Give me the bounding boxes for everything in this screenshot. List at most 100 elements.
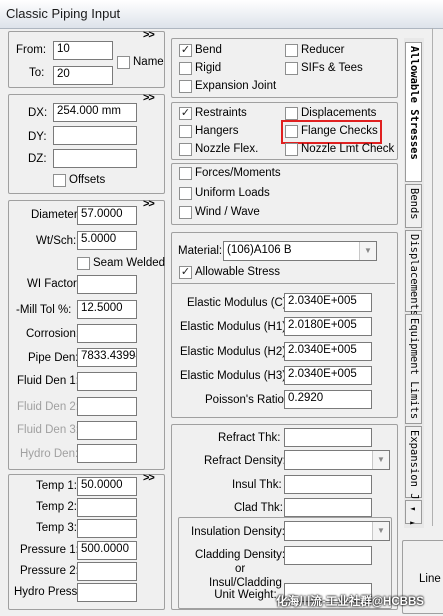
material-select-value: (106)A106 B — [227, 244, 292, 256]
or-label: or — [235, 563, 246, 575]
elastic-h1-label: Elastic Modulus (H1): — [180, 321, 290, 333]
cladding-density-label: Cladding Density: — [195, 549, 286, 561]
temp2-label: Temp 2: — [36, 501, 77, 513]
dx-input[interactable]: 254.000 mm — [53, 103, 137, 122]
temp2-input[interactable] — [77, 498, 137, 517]
restraints-label: Restraints — [195, 107, 247, 119]
bend-label: Bend — [195, 44, 222, 56]
seam-welded-label: Seam Welded — [93, 257, 166, 269]
fluid-den2-input[interactable] — [77, 397, 137, 416]
restraints-checkbox[interactable]: ✓ — [179, 107, 192, 120]
temp3-input[interactable] — [77, 519, 137, 538]
to-label: To: — [29, 67, 45, 79]
tab-allowable-stresses[interactable]: Allowable Stresses — [405, 42, 422, 182]
tab-scroll-arrows[interactable]: ◄ ► — [405, 500, 422, 527]
fluid-den1-label: Fluid Den 1: — [17, 375, 80, 387]
diameter-label: Diameter: — [31, 209, 81, 221]
dz-input[interactable] — [53, 149, 137, 168]
window-title: Classic Piping Input — [6, 6, 121, 21]
cladding-density-input[interactable] — [284, 546, 372, 565]
insul-thk-input[interactable] — [284, 475, 372, 494]
corrosion-input[interactable] — [77, 324, 137, 343]
collapse-pipe-icon[interactable]: >> — [143, 198, 155, 210]
elastic-h3-label: Elastic Modulus (H3): — [180, 370, 290, 382]
material-label: Material: — [178, 245, 223, 257]
wind-wave-checkbox[interactable] — [179, 206, 192, 219]
collapse-from-to-icon[interactable]: >> — [143, 29, 155, 41]
refract-thk-label: Refract Thk: — [218, 432, 281, 444]
fluid-den3-input[interactable] — [77, 421, 137, 440]
temp1-input[interactable]: 50.0000 — [77, 477, 137, 496]
to-input[interactable]: 20 — [53, 66, 113, 85]
clad-thk-input[interactable] — [284, 498, 372, 517]
dx-label: DX: — [28, 107, 48, 119]
expansion-joint-checkbox[interactable] — [179, 80, 192, 93]
bend-checkbox[interactable]: ✓ — [179, 44, 192, 57]
nozzle-flex-checkbox[interactable] — [179, 143, 192, 156]
seam-welded-checkbox[interactable] — [77, 257, 90, 270]
refract-density-select[interactable]: ▼ — [284, 450, 390, 470]
elastic-h1-input[interactable]: 2.0180E+005 — [284, 317, 372, 336]
material-dropdown-icon[interactable]: ▼ — [359, 242, 376, 260]
tab-equipment-limits-label: Equipment Limits — [408, 318, 420, 420]
wi-factor-label: WI Factor: — [27, 278, 81, 290]
wtsch-input[interactable]: 5.0000 — [77, 231, 137, 250]
name-checkbox[interactable] — [117, 56, 130, 69]
dz-label: DZ: — [28, 153, 47, 165]
clad-thk-label: Clad Thk: — [234, 502, 284, 514]
tab-scroll-arrows-icon[interactable]: ◄ ► — [408, 504, 417, 527]
diameter-input[interactable]: 57.0000 — [77, 206, 137, 225]
expansion-joint-label: Expansion Joint — [195, 80, 277, 92]
wi-factor-input[interactable] — [77, 275, 137, 294]
reducer-checkbox[interactable] — [285, 44, 298, 57]
poisson-input[interactable]: 0.2920 — [284, 390, 372, 409]
hydro-press-label: Hydro Press: — [14, 586, 81, 598]
from-input[interactable]: 10 — [53, 41, 113, 60]
tab-bends[interactable]: Bends — [405, 184, 422, 228]
hydro-den-input[interactable] — [77, 444, 137, 463]
insul-thk-label: Insul Thk: — [232, 479, 282, 491]
insulation-density-select[interactable]: ▼ — [284, 521, 390, 541]
rigid-checkbox[interactable] — [179, 62, 192, 75]
offsets-checkbox[interactable] — [53, 174, 66, 187]
tab-expansion-joints[interactable]: Expansion J — [405, 426, 422, 500]
collapse-temps-icon[interactable]: >> — [143, 472, 155, 484]
hydro-press-input[interactable] — [77, 583, 137, 602]
temp1-label: Temp 1: — [36, 480, 77, 492]
tab-equipment-limits[interactable]: Equipment Limits — [405, 314, 422, 424]
nozzle-lmt-check-checkbox[interactable] — [285, 143, 298, 156]
elastic-c-label: Elastic Modulus (C): — [187, 297, 290, 309]
collapse-deltas-icon[interactable]: >> — [143, 92, 155, 104]
pipe-den-input[interactable]: 7833.43994 — [77, 348, 137, 367]
tab-displacements[interactable]: Displacements — [405, 230, 422, 316]
dy-input[interactable] — [53, 126, 137, 145]
refract-density-dropdown-icon[interactable]: ▼ — [372, 451, 389, 469]
insulation-density-label: Insulation Density: — [191, 526, 285, 538]
elastic-h2-label: Elastic Modulus (H2): — [180, 346, 290, 358]
nozzle-flex-label: Nozzle Flex. — [195, 143, 259, 155]
allowable-stress-checkbox[interactable]: ✓ — [179, 266, 192, 279]
material-select[interactable]: (106)A106 B ▼ — [223, 241, 377, 261]
elastic-h3-input[interactable]: 2.0340E+005 — [284, 366, 372, 385]
insul-cladding-weight-label: Insul/Cladding Unit Weight: — [209, 577, 282, 601]
material-divider — [172, 283, 395, 284]
uniform-loads-checkbox[interactable] — [179, 187, 192, 200]
fluid-den2-label: Fluid Den 2: — [17, 401, 80, 413]
mill-tol-input[interactable]: 12.5000 — [77, 300, 137, 319]
reducer-label: Reducer — [301, 44, 345, 56]
wind-wave-label: Wind / Wave — [195, 206, 260, 218]
displacements-checkbox[interactable] — [285, 107, 298, 120]
refract-thk-input[interactable] — [284, 428, 372, 447]
elastic-h2-input[interactable]: 2.0340E+005 — [284, 342, 372, 361]
fluid-den1-input[interactable] — [77, 372, 137, 391]
tab-bends-label: Bends — [408, 188, 420, 220]
pressure1-input[interactable]: 500.0000 — [77, 541, 137, 560]
pressure2-input[interactable] — [77, 562, 137, 581]
insulation-density-dropdown-icon[interactable]: ▼ — [372, 522, 389, 540]
forces-moments-checkbox[interactable] — [179, 167, 192, 180]
tab-expansion-joints-label: Expansion J — [408, 430, 420, 500]
sifs-tees-checkbox[interactable] — [285, 62, 298, 75]
elastic-c-input[interactable]: 2.0340E+005 — [284, 293, 372, 312]
hangers-checkbox[interactable] — [179, 125, 192, 138]
wtsch-label: Wt/Sch: — [36, 235, 77, 247]
